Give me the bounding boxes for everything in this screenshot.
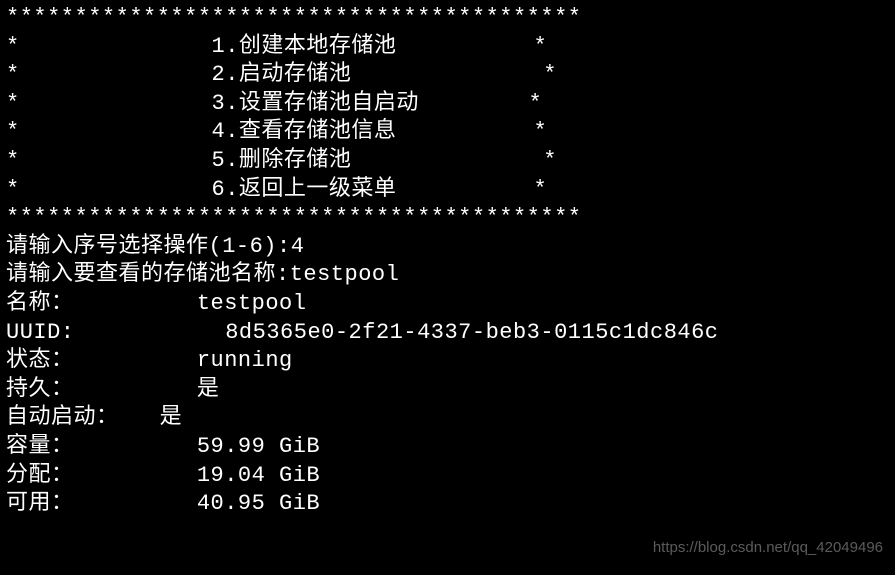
info-uuid: UUID: 8d5365e0-2f21-4337-beb3-0115c1dc84… [6, 319, 889, 348]
info-capacity: 容量： 59.99 GiB [6, 433, 889, 462]
watermark: https://blog.csdn.net/qq_42049496 [653, 538, 883, 558]
info-autostart: 自动启动： 是 [6, 404, 889, 433]
info-allocated: 分配： 19.04 GiB [6, 462, 889, 491]
menu-item-5: * 5.删除存储池 * [6, 147, 889, 176]
info-name: 名称： testpool [6, 290, 889, 319]
menu-item-2: * 2.启动存储池 * [6, 61, 889, 90]
menu-item-3: * 3.设置存储池自启动 * [6, 90, 889, 119]
prompt-pool-name: 请输入要查看的存储池名称:testpool [6, 261, 889, 290]
border-bottom: ****************************************… [6, 204, 889, 233]
prompt-select-operation: 请输入序号选择操作(1-6):4 [6, 233, 889, 262]
menu-item-1: * 1.创建本地存储池 * [6, 33, 889, 62]
input-pool-name-value[interactable]: testpool [290, 262, 400, 287]
info-persistent: 持久： 是 [6, 376, 889, 405]
menu-item-6: * 6.返回上一级菜单 * [6, 176, 889, 205]
info-state: 状态： running [6, 347, 889, 376]
info-available: 可用： 40.95 GiB [6, 490, 889, 519]
menu-item-4: * 4.查看存储池信息 * [6, 118, 889, 147]
input-operation-value[interactable]: 4 [291, 234, 305, 259]
border-top: ****************************************… [6, 4, 889, 33]
